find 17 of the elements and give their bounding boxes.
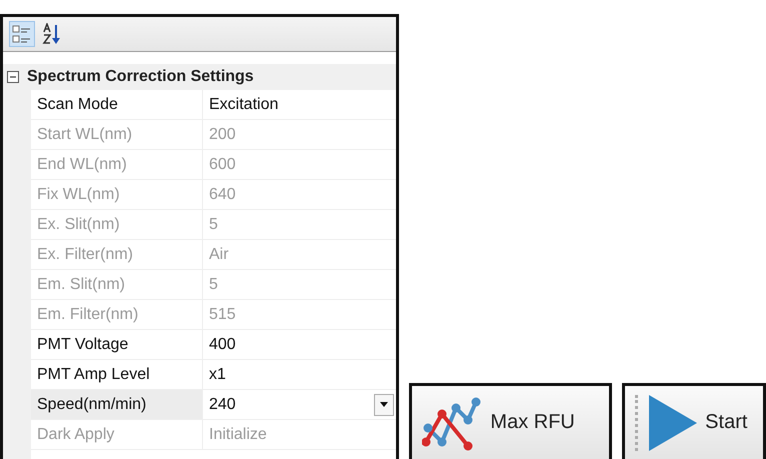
property-value[interactable]: 400: [203, 330, 396, 360]
categorized-view-button[interactable]: [9, 21, 35, 47]
property-value[interactable]: Excitation: [203, 90, 396, 120]
property-name[interactable]: Scan Mode: [31, 90, 203, 120]
property-name[interactable]: Speed(nm/min): [31, 390, 203, 420]
max-rfu-button[interactable]: Max RFU: [409, 383, 612, 459]
sort-icon: [42, 23, 62, 45]
play-icon: [647, 392, 700, 452]
property-value[interactable]: 240: [203, 390, 396, 420]
category-title: Spectrum Correction Settings: [27, 68, 254, 86]
collapse-icon[interactable]: [7, 71, 19, 83]
categorized-icon: [12, 24, 32, 44]
caret-icon: [380, 402, 388, 407]
property-value[interactable]: x1: [203, 360, 396, 390]
dropdown-button[interactable]: [374, 394, 394, 416]
property-name[interactable]: PMT Voltage: [31, 330, 203, 360]
start-button[interactable]: Start: [622, 383, 766, 459]
